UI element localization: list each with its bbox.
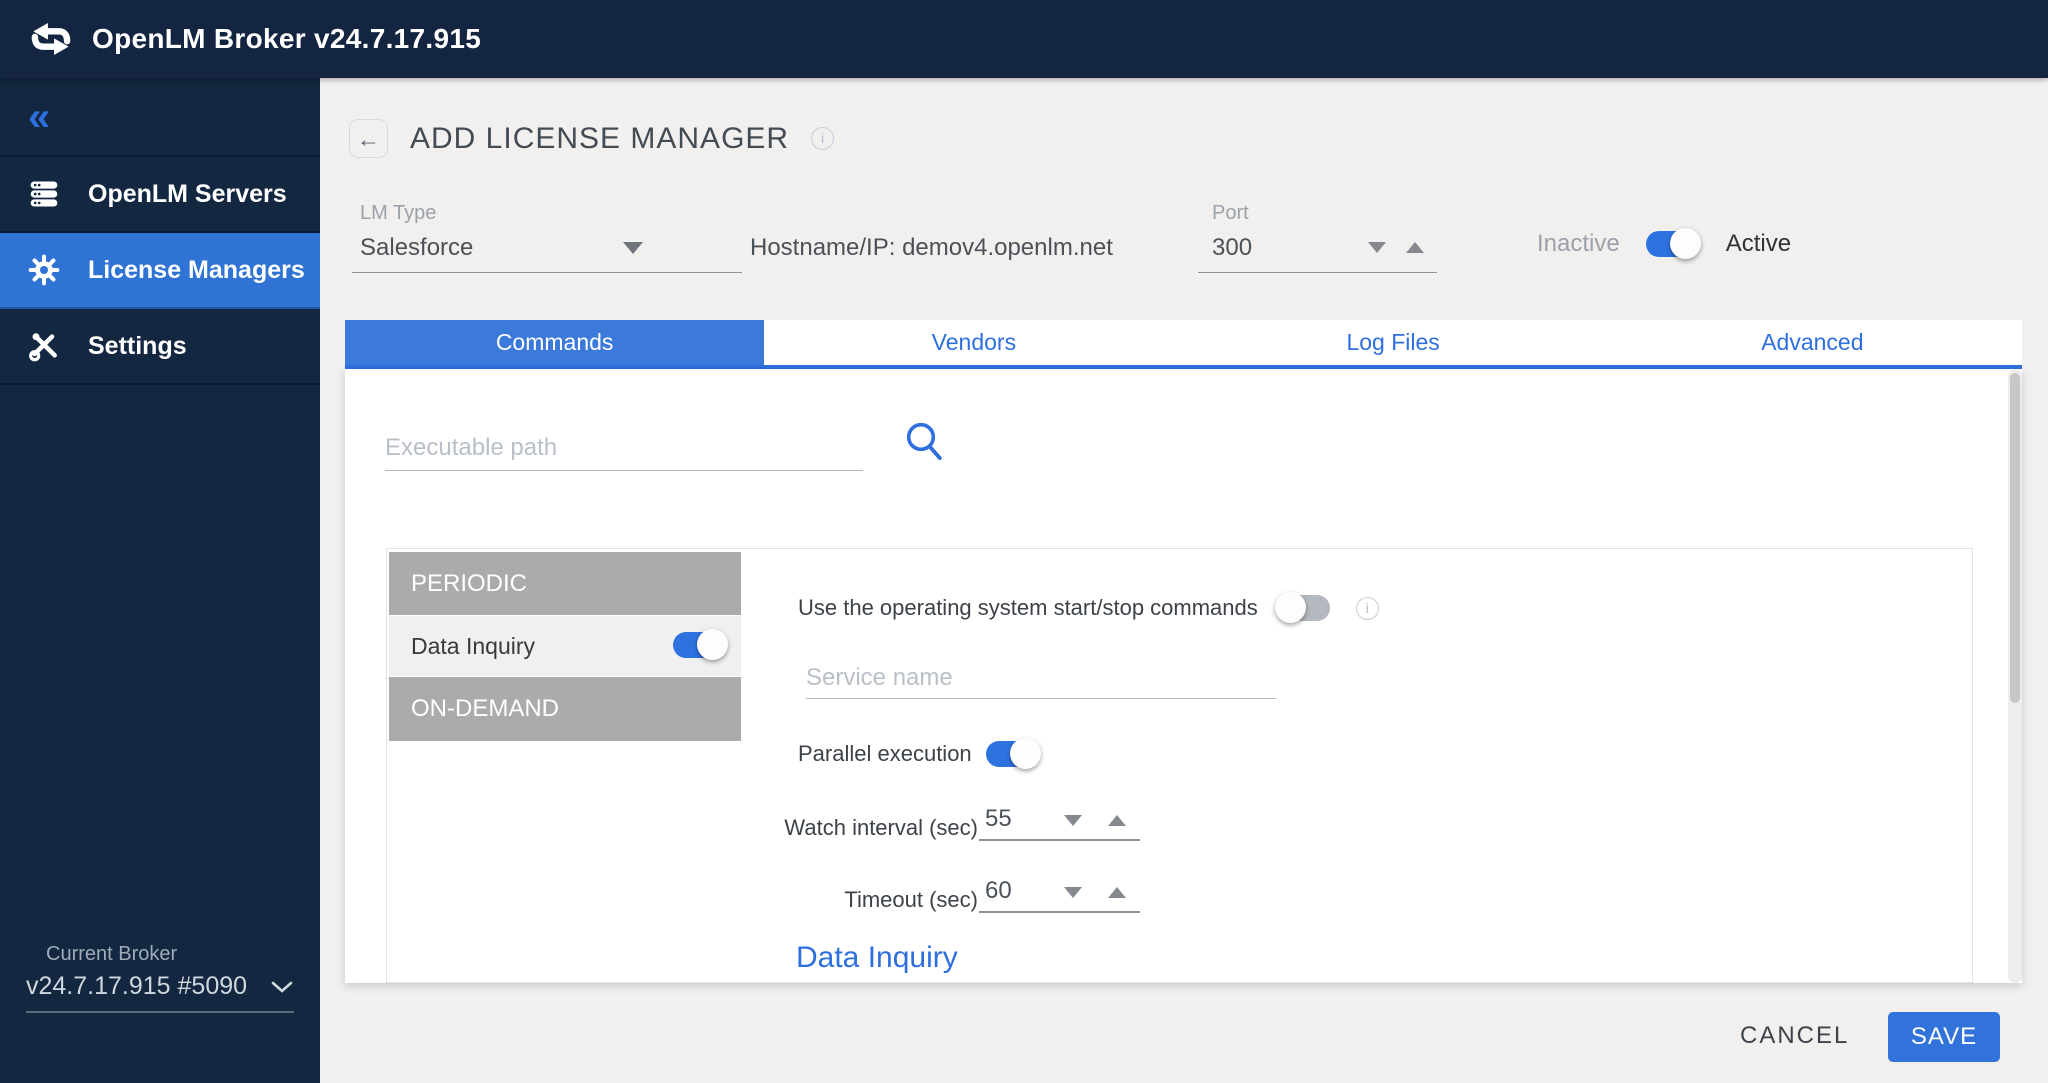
page-header: ← ADD LICENSE MANAGER i [349, 119, 834, 158]
current-broker-select[interactable]: Current Broker v24.7.17.915 #5090 [26, 943, 294, 1013]
executable-path-input[interactable] [385, 434, 863, 462]
toggle-knob [1010, 738, 1041, 769]
gear-icon [28, 254, 60, 286]
current-broker-label: Current Broker [46, 943, 294, 966]
inactive-label: Inactive [1537, 230, 1620, 258]
timeout-value: 60 [985, 877, 1012, 905]
parallel-execution-toggle[interactable] [986, 741, 1038, 767]
tools-icon [28, 330, 60, 362]
servers-icon [28, 178, 60, 210]
executable-path-field [385, 409, 863, 471]
sidebar-collapse-button[interactable]: « [0, 78, 320, 155]
timeout-stepper-down-icon[interactable] [1064, 887, 1082, 898]
port-value: 300 [1212, 234, 1252, 262]
timeout-field[interactable]: 60 [979, 869, 1140, 913]
main-content: ← ADD LICENSE MANAGER i LM Type Salesfor… [320, 78, 2048, 1083]
lm-type-select[interactable]: LM Type Salesforce [352, 196, 742, 273]
cancel-button[interactable]: CANCEL [1740, 1022, 1849, 1050]
data-inquiry-section-heading[interactable]: Data Inquiry [796, 941, 958, 975]
os-commands-label: Use the operating system start/stop comm… [798, 595, 1258, 621]
timeout-stepper-up-icon[interactable] [1108, 887, 1126, 898]
port-label: Port [1212, 202, 1249, 225]
hostname-text: Hostname/IP: demov4.openlm.net [750, 234, 1113, 262]
sidebar-item-label: Settings [88, 332, 187, 361]
data-inquiry-toggle[interactable] [673, 632, 725, 658]
toggle-knob [1670, 228, 1701, 259]
sidebar-item-openlm-servers[interactable]: OpenLM Servers [0, 157, 320, 233]
tab-log-files[interactable]: Log Files [1184, 320, 1603, 365]
command-config-box: PERIODIC Data Inquiry ON-DEMAND Use the … [386, 548, 1973, 983]
port-field[interactable]: Port 300 [1198, 196, 1437, 273]
toggle-knob [697, 629, 728, 660]
commands-tab-panel: PERIODIC Data Inquiry ON-DEMAND Use the … [345, 369, 2022, 983]
current-broker-value: v24.7.17.915 #5090 [26, 972, 247, 1001]
app-header: OpenLM Broker v24.7.17.915 [0, 0, 2048, 78]
swap-arrows-logo-icon [28, 18, 74, 60]
sidebar: « OpenLM Servers [0, 78, 320, 1083]
active-status-toggle[interactable] [1646, 231, 1698, 257]
page-title: ADD LICENSE MANAGER [410, 122, 789, 156]
back-arrow-icon: ← [357, 126, 380, 152]
sidebar-item-settings[interactable]: Settings [0, 309, 320, 385]
watch-interval-value: 55 [985, 805, 1012, 833]
tab-commands[interactable]: Commands [345, 320, 764, 365]
sidebar-item-label: OpenLM Servers [88, 180, 287, 209]
parallel-execution-row: Parallel execution [798, 741, 1038, 767]
dropdown-caret-icon [623, 242, 643, 254]
collapse-chevrons-icon: « [28, 97, 50, 137]
sidebar-item-license-managers[interactable]: License Managers [0, 233, 320, 309]
tab-bar: Commands Vendors Log Files Advanced [345, 320, 2022, 369]
watch-interval-stepper-down-icon[interactable] [1064, 815, 1082, 826]
sidebar-nav: OpenLM Servers License Managers [0, 155, 320, 385]
sidebar-item-label: License Managers [88, 256, 305, 285]
tab-vendors[interactable]: Vendors [764, 320, 1183, 365]
service-name-field [806, 651, 1276, 699]
parallel-execution-label: Parallel execution [798, 741, 972, 767]
watch-interval-label: Watch interval (sec) [772, 815, 978, 841]
active-label: Active [1726, 230, 1791, 258]
info-icon[interactable]: i [1356, 597, 1379, 620]
search-icon[interactable] [903, 419, 945, 461]
timeout-label: Timeout (sec) [772, 887, 978, 913]
command-groups-column: PERIODIC Data Inquiry ON-DEMAND [389, 552, 741, 741]
watch-interval-stepper-up-icon[interactable] [1108, 815, 1126, 826]
openlm-broker-window: OpenLM Broker v24.7.17.915 « OpenLM Serv… [0, 0, 2048, 1083]
back-button[interactable]: ← [349, 119, 388, 158]
periodic-group-header[interactable]: PERIODIC [389, 552, 741, 615]
data-inquiry-label: Data Inquiry [411, 633, 535, 660]
save-button[interactable]: SAVE [1888, 1012, 2000, 1062]
data-inquiry-row[interactable]: Data Inquiry [389, 616, 741, 676]
toggle-knob [1275, 592, 1306, 623]
watch-interval-field[interactable]: 55 [979, 797, 1140, 841]
port-stepper-down-icon[interactable] [1368, 242, 1386, 253]
os-commands-toggle[interactable] [1278, 595, 1330, 621]
info-icon[interactable]: i [811, 127, 834, 150]
tab-advanced[interactable]: Advanced [1603, 320, 2022, 365]
service-name-input[interactable] [806, 664, 1276, 692]
app-title: OpenLM Broker v24.7.17.915 [92, 23, 481, 55]
active-status-toggle-group: Inactive Active [1537, 230, 1791, 258]
port-stepper-up-icon[interactable] [1406, 242, 1424, 253]
panel-scrollbar-track[interactable] [2008, 369, 2022, 983]
os-commands-row: Use the operating system start/stop comm… [798, 595, 1379, 621]
chevron-down-icon [270, 980, 294, 994]
lm-type-value: Salesforce [360, 234, 473, 262]
lm-type-label: LM Type [360, 202, 436, 225]
on-demand-group-header[interactable]: ON-DEMAND [389, 677, 741, 741]
panel-scrollbar-thumb[interactable] [2010, 373, 2020, 703]
